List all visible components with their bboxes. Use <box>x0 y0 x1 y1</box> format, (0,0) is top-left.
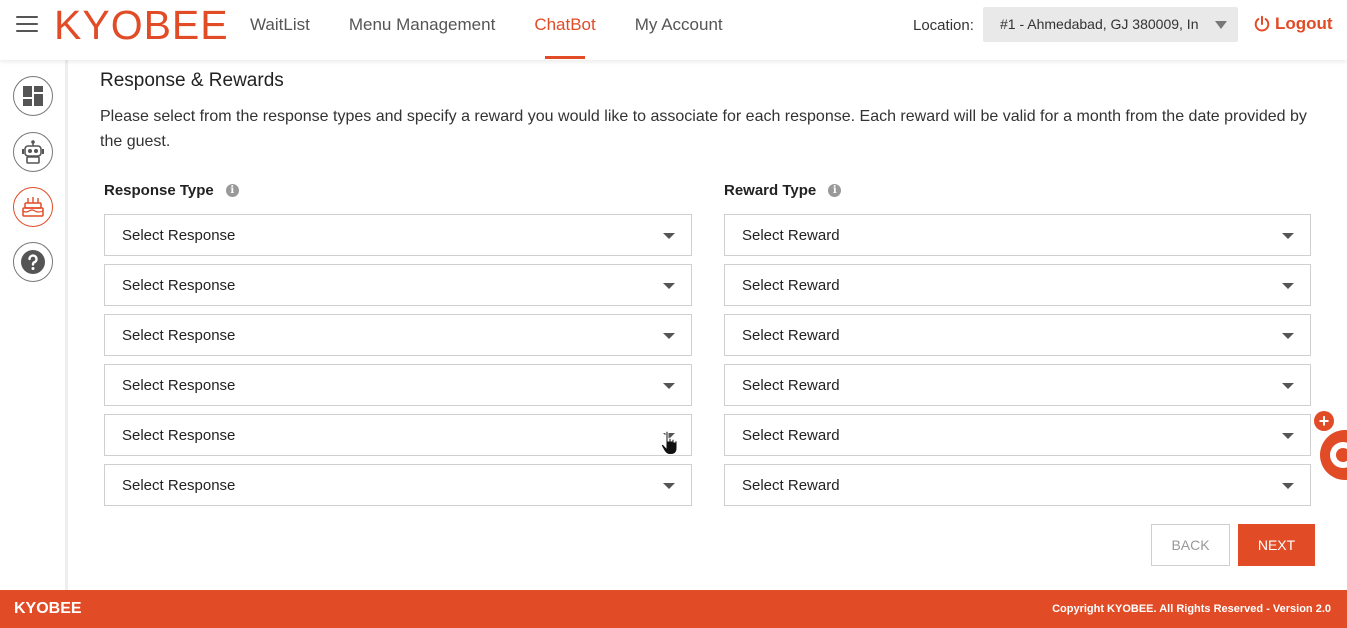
reward-select[interactable]: Select Reward <box>724 364 1311 406</box>
chat-bubble-dot <box>1336 448 1347 462</box>
top-header: KYOBEE WaitList Menu Management ChatBot … <box>0 0 1347 60</box>
reward-select-value: Select Reward <box>742 327 840 344</box>
main-nav: WaitList Menu Management ChatBot My Acco… <box>250 0 762 60</box>
power-icon <box>1254 15 1270 32</box>
reward-select[interactable]: Select Reward <box>724 264 1311 306</box>
footer-copyright: Copyright KYOBEE. All Rights Reserved - … <box>1052 603 1331 615</box>
robot-icon <box>22 140 44 164</box>
page-title: Response & Rewards <box>100 70 284 91</box>
nav-waitlist[interactable]: WaitList <box>250 0 310 60</box>
caret-down-icon <box>1282 433 1294 439</box>
reward-type-header: Reward Type i <box>724 182 842 199</box>
caret-down-icon <box>1282 333 1294 339</box>
kyobee-logo[interactable]: KYOBEE <box>54 2 229 49</box>
hand-cursor-icon <box>660 430 678 455</box>
response-type-label: Response Type <box>104 182 214 199</box>
sidebar-item-dashboard[interactable] <box>13 76 53 116</box>
location-label: Location: <box>913 17 974 34</box>
response-select-value: Select Response <box>122 327 236 344</box>
caret-down-icon <box>663 383 675 389</box>
chevron-down-icon <box>1215 21 1227 29</box>
response-select[interactable]: Select Response <box>104 314 692 356</box>
response-select-value: Select Response <box>122 477 236 494</box>
help-icon <box>21 250 45 274</box>
logout-button[interactable]: Logout <box>1253 14 1333 34</box>
response-select[interactable]: Select Response <box>104 264 692 306</box>
caret-down-icon <box>1282 483 1294 489</box>
nav-my-account[interactable]: My Account <box>635 0 723 60</box>
hamburger-menu-icon[interactable] <box>16 16 38 34</box>
page-description: Please select from the response types an… <box>100 108 1307 150</box>
reward-select[interactable]: Select Reward <box>724 314 1311 356</box>
info-icon[interactable]: i <box>225 184 239 197</box>
caret-down-icon <box>663 333 675 339</box>
nav-menu-management[interactable]: Menu Management <box>349 0 495 60</box>
reward-select[interactable]: Select Reward <box>724 214 1311 256</box>
caret-down-icon <box>1282 233 1294 239</box>
location-select[interactable]: #1 - Ahmedabad, GJ 380009, In <box>983 7 1238 42</box>
next-button[interactable]: NEXT <box>1238 524 1315 566</box>
sidebar <box>0 60 68 590</box>
sidebar-item-help[interactable] <box>13 242 53 282</box>
reward-type-label: Reward Type <box>724 182 817 199</box>
reward-select-value: Select Reward <box>742 377 840 394</box>
location-value: #1 - Ahmedabad, GJ 380009, In <box>1000 16 1199 32</box>
caret-down-icon <box>1282 283 1294 289</box>
caret-down-icon <box>663 283 675 289</box>
response-select[interactable]: Select Response <box>104 214 692 256</box>
caret-down-icon <box>1282 383 1294 389</box>
response-select[interactable]: Select Response <box>104 364 692 406</box>
reward-select-value: Select Reward <box>742 427 840 444</box>
response-select-value: Select Response <box>122 227 236 244</box>
nav-chatbot[interactable]: ChatBot <box>534 0 596 60</box>
response-type-header: Response Type i <box>104 182 239 199</box>
sidebar-item-rewards[interactable] <box>13 187 53 227</box>
response-select-value: Select Response <box>122 377 236 394</box>
dashboard-icon <box>23 86 43 106</box>
chat-plus-icon[interactable]: + <box>1314 411 1334 431</box>
chat-widget-button[interactable] <box>1320 430 1347 480</box>
footer-brand: KYOBEE <box>14 600 82 617</box>
response-select-value: Select Response <box>122 427 236 444</box>
reward-select-value: Select Reward <box>742 277 840 294</box>
response-select[interactable]: Select Response <box>104 414 692 456</box>
caret-down-icon <box>663 233 675 239</box>
sidebar-item-chatbot[interactable] <box>13 132 53 172</box>
reward-select-value: Select Reward <box>742 227 840 244</box>
footer: KYOBEE Copyright KYOBEE. All Rights Rese… <box>0 590 1347 628</box>
reward-select[interactable]: Select Reward <box>724 464 1311 506</box>
response-select-value: Select Response <box>122 277 236 294</box>
reward-select[interactable]: Select Reward <box>724 414 1311 456</box>
info-icon[interactable]: i <box>828 184 842 197</box>
back-button[interactable]: BACK <box>1151 524 1230 566</box>
reward-select-value: Select Reward <box>742 477 840 494</box>
cake-icon <box>22 197 44 217</box>
caret-down-icon <box>663 483 675 489</box>
logout-label: Logout <box>1275 14 1333 33</box>
response-select[interactable]: Select Response <box>104 464 692 506</box>
